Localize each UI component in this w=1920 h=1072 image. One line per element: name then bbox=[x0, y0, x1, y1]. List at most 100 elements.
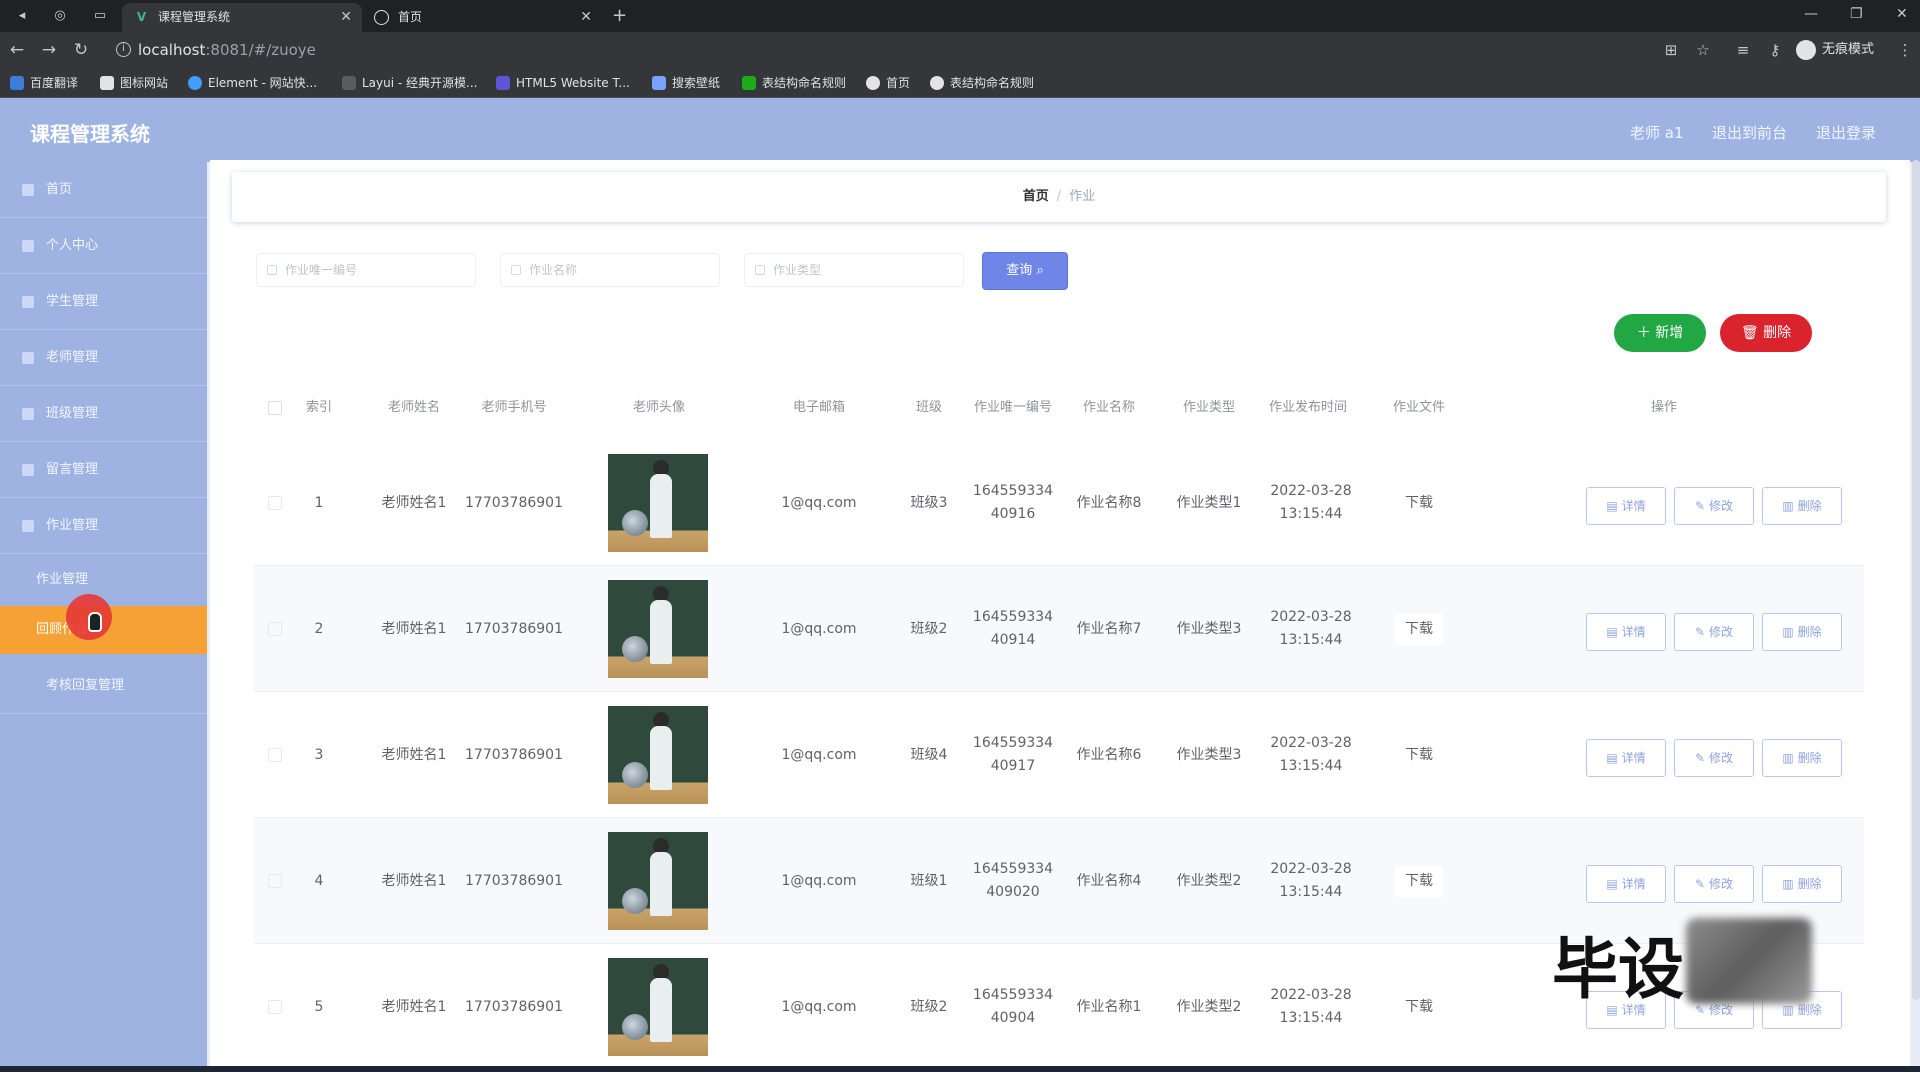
download-link[interactable]: 下载 bbox=[1395, 865, 1443, 897]
row-checkbox[interactable] bbox=[268, 622, 282, 636]
sidebar-item-classes[interactable]: 班级管理 bbox=[0, 386, 207, 442]
bookmark-item[interactable]: Element - 网站快... bbox=[188, 74, 317, 92]
cell-type: 作业类型1 bbox=[1176, 494, 1242, 511]
cell-type: 作业类型3 bbox=[1176, 620, 1242, 637]
trash-icon: ▥ bbox=[1782, 751, 1794, 765]
edit-button[interactable]: ✎ 修改 bbox=[1674, 613, 1754, 651]
bookmark-item[interactable]: 图标网站 bbox=[100, 74, 168, 92]
address-bar-row: ← → ↻ i localhost:8081/#/zuoye ⊞ ☆ ≡ ⚷ 无… bbox=[0, 32, 1920, 68]
bookmark-icon bbox=[866, 76, 880, 90]
close-icon[interactable]: ✕ bbox=[340, 3, 352, 32]
detail-button[interactable]: ▤ 详情 bbox=[1586, 865, 1666, 903]
homework-type-input[interactable]: 作业类型 bbox=[744, 253, 964, 287]
restore-icon[interactable]: ❐ bbox=[1850, 4, 1863, 24]
homework-name-input[interactable]: 作业名称 bbox=[500, 253, 720, 287]
bookmark-item[interactable]: 首页 bbox=[866, 74, 910, 92]
incognito-label: 无痕模式 bbox=[1822, 42, 1875, 57]
row-checkbox[interactable] bbox=[268, 1000, 282, 1014]
sidebar-item-homework[interactable]: 作业管理 bbox=[0, 498, 207, 554]
table-header: 索引 老师姓名 老师手机号 老师头像 电子邮箱 班级 作业唯一编号 作业名称 作… bbox=[254, 376, 1864, 440]
sidebar-item-students[interactable]: 学生管理 bbox=[0, 274, 207, 330]
detail-icon: ▤ bbox=[1606, 625, 1618, 639]
reading-list-icon[interactable]: ≡ bbox=[1732, 39, 1754, 61]
translate-icon[interactable]: ⊞ bbox=[1660, 39, 1682, 61]
column-header: 作业发布时间 bbox=[1268, 400, 1347, 415]
detail-button[interactable]: ▤ 详情 bbox=[1586, 739, 1666, 777]
row-delete-button[interactable]: ▥ 删除 bbox=[1762, 487, 1842, 525]
edit-button[interactable]: ✎ 修改 bbox=[1674, 487, 1754, 525]
forward-icon[interactable]: → bbox=[38, 39, 60, 61]
app-title: 课程管理系统 bbox=[30, 122, 150, 146]
close-window-icon[interactable]: ✕ bbox=[1896, 4, 1908, 24]
query-button[interactable]: 查询 ⌕ bbox=[982, 252, 1068, 290]
incognito-indicator[interactable]: 无痕模式 bbox=[1796, 39, 1874, 61]
cell-code: 164559334 40904 bbox=[972, 987, 1054, 1026]
bookmark-item[interactable]: HTML5 Website T... bbox=[496, 74, 630, 92]
star-icon[interactable]: ☆ bbox=[1692, 39, 1714, 61]
row-checkbox[interactable] bbox=[268, 748, 282, 762]
breadcrumb-home[interactable]: 首页 bbox=[1023, 189, 1049, 204]
info-icon[interactable]: i bbox=[116, 42, 131, 57]
back-icon[interactable]: ← bbox=[6, 39, 28, 61]
bookmark-item[interactable]: 表结构命名规则 bbox=[930, 74, 1034, 92]
close-icon[interactable]: ✕ bbox=[580, 3, 592, 32]
download-link[interactable]: 下载 bbox=[1395, 991, 1443, 1023]
bookmark-item[interactable]: 表结构命名规则 bbox=[742, 74, 846, 92]
row-delete-button[interactable]: ▥ 删除 bbox=[1762, 739, 1842, 777]
bookmark-icon bbox=[652, 76, 666, 90]
sidebar-item-assessment-reply[interactable]: 考核回复管理 bbox=[0, 658, 207, 714]
row-checkbox[interactable] bbox=[268, 874, 282, 888]
row-delete-button[interactable]: ▥ 删除 bbox=[1762, 865, 1842, 903]
column-header: 班级 bbox=[915, 400, 942, 415]
detail-icon: ▤ bbox=[1606, 499, 1618, 513]
page-scrollbar[interactable] bbox=[1912, 160, 1920, 1000]
download-link[interactable]: 下载 bbox=[1395, 739, 1443, 771]
row-delete-button[interactable]: ▥ 删除 bbox=[1762, 613, 1842, 651]
bookmark-item[interactable]: 百度翻译 bbox=[10, 74, 78, 92]
class-icon bbox=[22, 408, 34, 420]
sidebar-subitem-homework-manage[interactable]: 作业管理 bbox=[0, 556, 207, 604]
homework-code-input[interactable]: 作业唯一编号 bbox=[256, 253, 476, 287]
back-arrow-icon[interactable]: ◂ bbox=[12, 6, 32, 26]
detail-button[interactable]: ▤ 详情 bbox=[1586, 613, 1666, 651]
exit-to-frontend-link[interactable]: 退出到前台 bbox=[1712, 122, 1787, 143]
edit-button[interactable]: ✎ 修改 bbox=[1674, 865, 1754, 903]
teacher-avatar bbox=[608, 580, 708, 678]
download-link[interactable]: 下载 bbox=[1395, 487, 1443, 519]
delete-button[interactable]: 🗑 删除 bbox=[1720, 314, 1812, 352]
reload-icon[interactable]: ↻ bbox=[70, 39, 92, 61]
minimize-icon[interactable]: — bbox=[1804, 4, 1818, 24]
edit-button[interactable]: ✎ 修改 bbox=[1674, 739, 1754, 777]
input-icon bbox=[755, 265, 765, 275]
key-icon[interactable]: ⚷ bbox=[1764, 39, 1786, 61]
bookmark-item[interactable]: Layui - 经典开源模... bbox=[342, 74, 477, 92]
sidebar-item-messages[interactable]: 留言管理 bbox=[0, 442, 207, 498]
tab-strip-icon[interactable]: ▭ bbox=[90, 6, 110, 26]
sidebar-item-home[interactable]: 首页 bbox=[0, 162, 207, 218]
add-button[interactable]: ＋ 新增 bbox=[1614, 314, 1706, 352]
tab-course-system[interactable]: V 课程管理系统 ✕ bbox=[122, 3, 362, 32]
sidebar-item-profile[interactable]: 个人中心 bbox=[0, 218, 207, 274]
cell-type: 作业类型2 bbox=[1176, 998, 1242, 1015]
url-field[interactable]: i localhost:8081/#/zuoye bbox=[110, 37, 1650, 63]
tab-title: 首页 bbox=[398, 10, 423, 24]
cell-name: 作业名称6 bbox=[1076, 746, 1142, 763]
row-checkbox[interactable] bbox=[268, 496, 282, 510]
table-row: 4 老师姓名1 17703786901 1@qq.com 班级1 1645593… bbox=[254, 818, 1864, 944]
bookmark-icon bbox=[10, 76, 24, 90]
logout-link[interactable]: 退出登录 bbox=[1816, 122, 1876, 143]
cell-phone: 17703786901 bbox=[465, 746, 563, 763]
cell-file: 下载 bbox=[1364, 818, 1474, 944]
download-link[interactable]: 下载 bbox=[1395, 613, 1443, 645]
edit-icon: ✎ bbox=[1695, 499, 1706, 513]
bookmark-item[interactable]: 搜索壁纸 bbox=[652, 74, 720, 92]
trash-icon: ▥ bbox=[1782, 1003, 1794, 1017]
select-all-checkbox[interactable] bbox=[268, 401, 282, 415]
cell-code: 164559334 409020 bbox=[972, 861, 1054, 900]
new-tab-plus-icon[interactable]: + bbox=[612, 4, 627, 28]
tab-home[interactable]: 首页 ✕ bbox=[362, 3, 602, 32]
sidebar-item-teachers[interactable]: 老师管理 bbox=[0, 330, 207, 386]
bookmarks-bar: 百度翻译 图标网站 Element - 网站快... Layui - 经典开源模… bbox=[0, 68, 1920, 98]
menu-kebab-icon[interactable]: ⋮ bbox=[1894, 39, 1916, 61]
detail-button[interactable]: ▤ 详情 bbox=[1586, 487, 1666, 525]
